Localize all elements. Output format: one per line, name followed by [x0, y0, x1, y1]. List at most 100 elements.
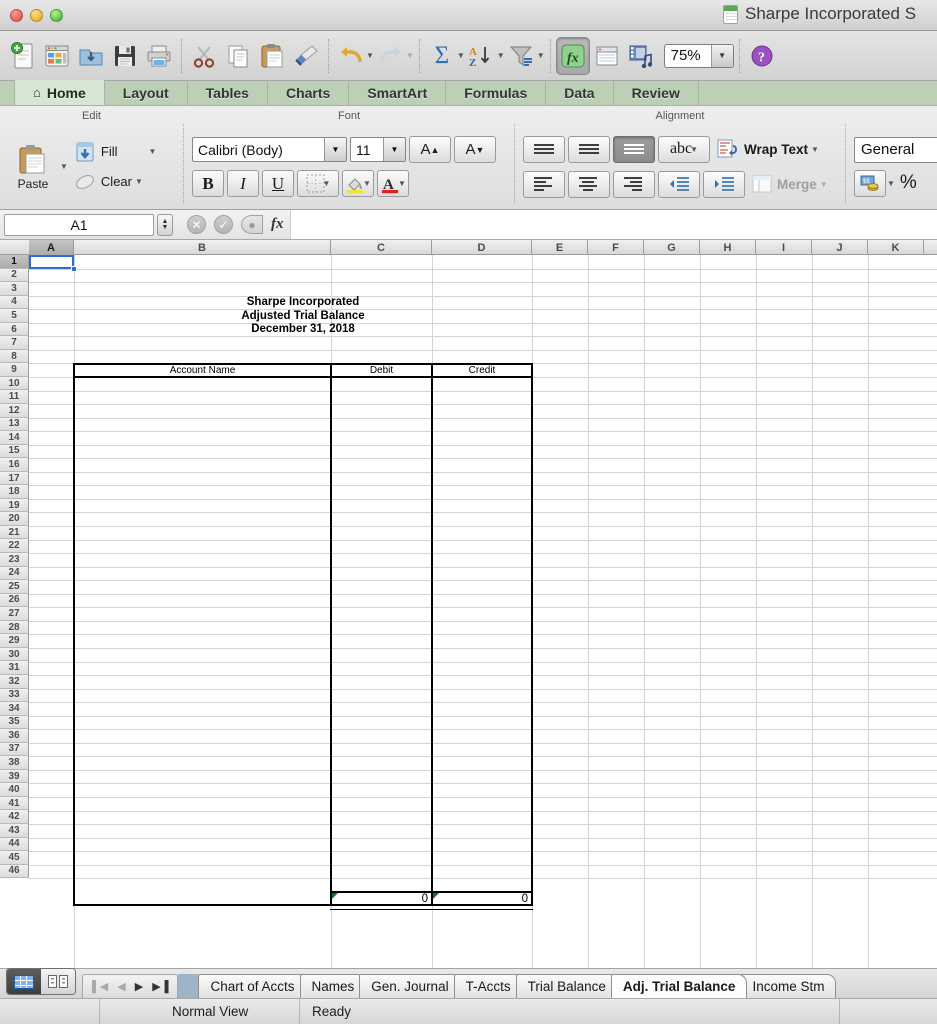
column-header-e[interactable]: E [532, 240, 588, 255]
row-header-5[interactable]: 5 [0, 309, 29, 323]
shrink-font-button[interactable]: A▼ [454, 136, 496, 163]
row-header-7[interactable]: 7 [0, 336, 29, 350]
formula-builder-icon[interactable]: fx [556, 36, 590, 76]
column-header-b[interactable]: B [74, 240, 331, 255]
close-button[interactable] [10, 9, 23, 22]
help-icon[interactable]: ? [745, 36, 779, 76]
open-icon[interactable] [74, 36, 108, 76]
row-header-39[interactable]: 39 [0, 770, 29, 784]
template-gallery-icon[interactable] [40, 36, 74, 76]
sheet-tab-chart-of-accts[interactable]: Chart of Accts [198, 974, 306, 998]
tab-home[interactable]: ⌂ Home [14, 80, 105, 105]
row-header-20[interactable]: 20 [0, 512, 29, 526]
row-header-18[interactable]: 18 [0, 485, 29, 499]
column-header-a[interactable]: A [29, 240, 74, 255]
row-header-27[interactable]: 27 [0, 607, 29, 621]
sheet-tab-trial-balance[interactable]: Trial Balance [516, 974, 618, 998]
column-header-j[interactable]: J [812, 240, 868, 255]
nav-last-sheet-icon[interactable]: ▶▐ [152, 980, 168, 993]
wrap-text-button[interactable]: Wrap Text ▼ [713, 135, 823, 163]
row-header-34[interactable]: 34 [0, 702, 29, 716]
sort-az-icon[interactable]: AZ [465, 36, 499, 76]
borders-dropdown-arrow[interactable]: ▼ [323, 179, 331, 188]
borders-icon[interactable]: ▼ [297, 170, 339, 197]
print-icon[interactable] [142, 36, 176, 76]
percent-style-button[interactable]: % [898, 172, 917, 194]
fill-button[interactable]: Fill ▼ [72, 137, 159, 167]
align-right-icon[interactable] [613, 171, 655, 198]
wrap-text-dropdown-arrow[interactable]: ▼ [811, 145, 819, 154]
row-header-19[interactable]: 19 [0, 499, 29, 513]
selected-cell-a1[interactable] [29, 255, 74, 269]
increase-indent-icon[interactable] [703, 171, 745, 198]
copy-icon[interactable] [221, 36, 255, 76]
align-center-icon[interactable] [568, 171, 610, 198]
align-bottom-icon[interactable] [613, 136, 655, 163]
column-header-k[interactable]: K [868, 240, 924, 255]
row-header-25[interactable]: 25 [0, 580, 29, 594]
row-header-43[interactable]: 43 [0, 824, 29, 838]
row-header-26[interactable]: 26 [0, 594, 29, 608]
fx-icon[interactable]: fx [271, 216, 284, 233]
row-header-8[interactable]: 8 [0, 350, 29, 364]
paste-dropdown-arrow[interactable]: ▼ [60, 162, 68, 171]
fill-color-dropdown-arrow[interactable]: ▼ [363, 179, 371, 188]
row-header-32[interactable]: 32 [0, 675, 29, 689]
paste-button[interactable]: Paste [8, 143, 58, 191]
normal-view-button[interactable] [7, 969, 41, 994]
accept-icon[interactable]: ✓ [214, 215, 233, 234]
zoom-dropdown-arrow[interactable]: ▼ [711, 45, 733, 67]
column-header-d[interactable]: D [432, 240, 532, 255]
row-header-35[interactable]: 35 [0, 716, 29, 730]
format-painter-icon[interactable] [289, 36, 323, 76]
row-header-40[interactable]: 40 [0, 783, 29, 797]
orientation-button[interactable]: abc ▼ [658, 136, 710, 163]
tab-review[interactable]: Review [614, 80, 699, 105]
align-top-icon[interactable] [523, 136, 565, 163]
cancel-icon[interactable]: ✕ [187, 215, 206, 234]
undo-icon[interactable] [334, 36, 368, 76]
font-size-dropdown-arrow[interactable]: ▼ [383, 138, 405, 161]
row-header-24[interactable]: 24 [0, 567, 29, 581]
align-middle-icon[interactable] [568, 136, 610, 163]
sheet-title-line3[interactable]: December 31, 2018 [74, 323, 532, 337]
row-header-41[interactable]: 41 [0, 797, 29, 811]
font-family-select[interactable]: Calibri (Body) ▼ [192, 137, 347, 162]
row-header-9[interactable]: 9 [0, 363, 29, 377]
row-header-14[interactable]: 14 [0, 431, 29, 445]
sheet-tab-t-accts[interactable]: T-Accts [454, 974, 523, 998]
zoom-value[interactable]: 75% [665, 47, 711, 64]
sheet-tab-gen-journal[interactable]: Gen. Journal [359, 974, 460, 998]
tab-tables[interactable]: Tables [188, 80, 268, 105]
row-header-46[interactable]: 46 [0, 865, 29, 879]
nav-next-sheet-icon[interactable]: ▶ [135, 980, 143, 993]
name-box-stepper[interactable]: ▲▼ [157, 214, 173, 236]
italic-button[interactable]: I [227, 170, 259, 197]
font-color-icon[interactable]: A ▼ [377, 170, 409, 197]
clear-button[interactable]: Clear ▼ [72, 167, 159, 197]
column-header-c[interactable]: C [331, 240, 432, 255]
cut-icon[interactable] [187, 36, 221, 76]
row-header-45[interactable]: 45 [0, 851, 29, 865]
row-header-11[interactable]: 11 [0, 390, 29, 404]
row-header-16[interactable]: 16 [0, 458, 29, 472]
tab-charts[interactable]: Charts [268, 80, 349, 105]
row-header-4[interactable]: 4 [0, 296, 29, 310]
minimize-button[interactable] [30, 9, 43, 22]
row-header-36[interactable]: 36 [0, 729, 29, 743]
row-header-31[interactable]: 31 [0, 661, 29, 675]
cell-area[interactable]: Sharpe Incorporated Adjusted Trial Balan… [29, 255, 937, 968]
font-family-dropdown-arrow[interactable]: ▼ [324, 138, 346, 161]
sheet-tab-names[interactable]: Names [300, 974, 367, 998]
tab-smartart[interactable]: SmartArt [349, 80, 446, 105]
row-header-13[interactable]: 13 [0, 418, 29, 432]
orientation-dropdown-arrow[interactable]: ▼ [690, 145, 698, 154]
row-header-42[interactable]: 42 [0, 810, 29, 824]
save-icon[interactable] [108, 36, 142, 76]
fill-handle[interactable] [71, 266, 77, 272]
clear-dropdown-arrow[interactable]: ▼ [135, 177, 143, 186]
media-browser-icon[interactable] [624, 36, 658, 76]
underline-button[interactable]: U [262, 170, 294, 197]
sheet-title-line2[interactable]: Adjusted Trial Balance [74, 309, 532, 323]
sheet-nav-buttons[interactable]: ▌◀ ◀ ▶ ▶▐ [82, 974, 178, 998]
